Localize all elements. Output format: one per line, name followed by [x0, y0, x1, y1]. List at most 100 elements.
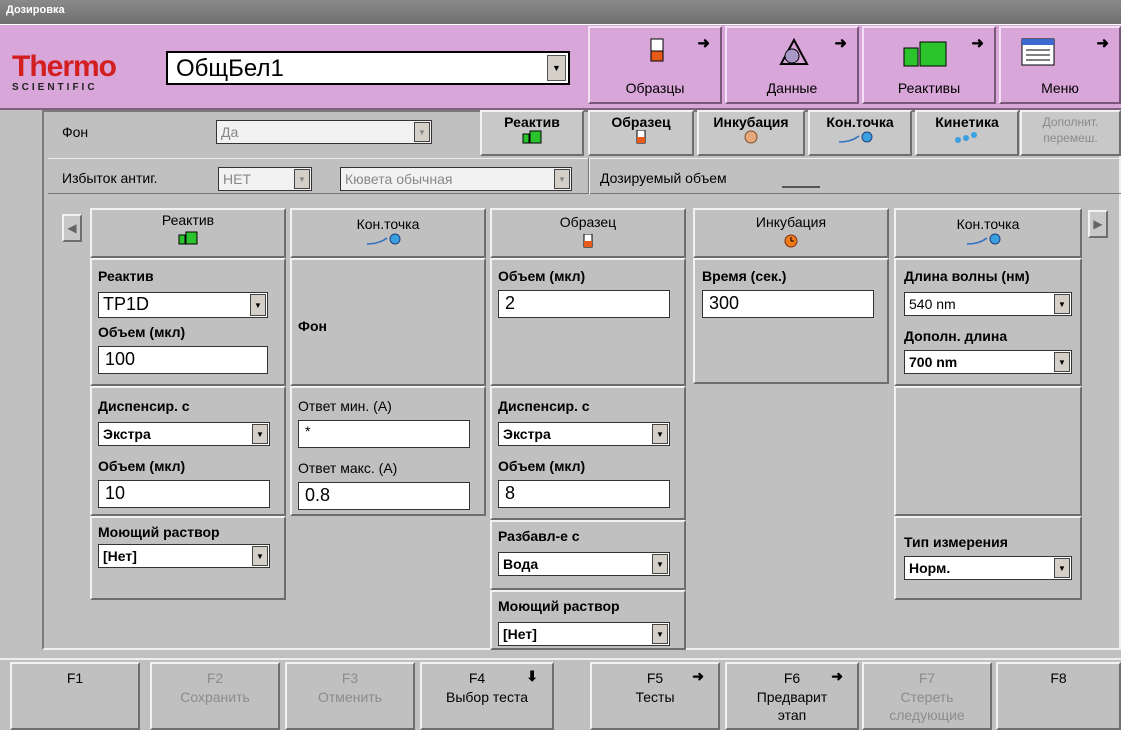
incubation-time-label: Время (сек.) — [702, 268, 787, 284]
measure-select[interactable]: Норм. ▼ — [904, 556, 1072, 580]
chevron-down-icon[interactable]: ▼ — [554, 169, 570, 189]
test-select-value: ОбщБел1 — [176, 55, 284, 82]
reagent-select[interactable]: TP1D ▼ — [98, 292, 268, 318]
reagent-volume2-label: Объем (мкл) — [98, 458, 186, 474]
data-icon — [779, 37, 809, 65]
min-response-label: Ответ мин. (А) — [298, 398, 392, 414]
chevron-down-icon[interactable]: ▼ — [652, 624, 668, 644]
measure-label: Тип измерения — [904, 534, 1008, 550]
chevron-down-icon[interactable]: ▼ — [652, 554, 668, 574]
f6-prestep-button[interactable]: F6 ➜ Предварит этап — [725, 662, 859, 730]
download-arrow-icon: ⬇ — [526, 668, 538, 684]
reagent-column-header[interactable]: Реактив — [90, 208, 286, 258]
test-select[interactable]: ОбщБел1 ▼ — [166, 51, 570, 85]
step-reagent-button[interactable]: Реактив — [480, 110, 584, 156]
sample-volume2-label: Объем (мкл) — [498, 458, 586, 474]
f3-cancel-button[interactable]: F3 Отменить — [285, 662, 415, 730]
excess-select[interactable]: НЕТ ▼ — [218, 167, 312, 191]
chevron-down-icon[interactable]: ▼ — [252, 424, 268, 444]
background-label: Фон — [62, 124, 89, 140]
reagent-dispense-select[interactable]: Экстра ▼ — [98, 422, 270, 446]
endpoint-icon — [366, 233, 401, 245]
tube-icon — [650, 38, 664, 62]
sample-volume-input[interactable]: 2 — [498, 290, 670, 318]
samples-button[interactable]: ➜ Образцы — [588, 26, 722, 104]
reagent-volume-label: Объем (мкл) — [98, 324, 186, 340]
step-extra-mix-button[interactable]: Дополнит. перемеш. — [1020, 110, 1121, 156]
endpoint-icon — [966, 233, 1001, 245]
reagent-dispense-label: Диспенсир. с — [98, 398, 190, 414]
wavelength2-select[interactable]: 700 nm ▼ — [904, 350, 1072, 374]
chevron-down-icon[interactable]: ▼ — [652, 424, 668, 444]
chevron-down-icon[interactable]: ▼ — [252, 546, 268, 566]
chevron-down-icon[interactable]: ▼ — [1054, 558, 1070, 578]
f7-clear-next-button[interactable]: F7 Стереть следующие — [862, 662, 992, 730]
endpoint1-background-text: Фон — [298, 318, 327, 334]
step-incubation-button[interactable]: Инкубация — [697, 110, 805, 156]
chevron-down-icon[interactable]: ▼ — [414, 122, 430, 142]
chevron-down-icon[interactable]: ▼ — [250, 294, 266, 316]
f2-save-button[interactable]: F2 Сохранить — [150, 662, 280, 730]
f8-button[interactable]: F8 — [996, 662, 1121, 730]
dosed-volume-label: Дозируемый объем — [600, 170, 727, 186]
sample-volume2-input[interactable]: 8 — [498, 480, 670, 508]
clock-icon — [744, 130, 758, 144]
chevron-down-icon[interactable]: ▼ — [547, 55, 566, 81]
max-response-label: Ответ макс. (А) — [298, 460, 398, 476]
chevron-down-icon[interactable]: ▼ — [294, 169, 310, 189]
excess-label: Избыток антиг. — [62, 170, 158, 186]
data-button[interactable]: ➜ Данные — [725, 26, 859, 104]
chevron-down-icon[interactable]: ▼ — [1054, 294, 1070, 314]
min-response-input[interactable]: * — [298, 420, 470, 448]
sample-dispense-label: Диспенсир. с — [498, 398, 590, 414]
window-title: Дозировка — [0, 0, 1121, 24]
menu-button[interactable]: ➜ Меню — [999, 26, 1121, 104]
reagent-icon — [903, 41, 947, 67]
menu-icon — [1021, 38, 1055, 66]
reagent-volume-input[interactable]: 100 — [98, 346, 268, 374]
endpoint2-empty-section — [894, 386, 1082, 516]
reagent-icon — [522, 130, 542, 144]
thermo-logo: Thermo SCIENTIFIC — [12, 50, 117, 94]
step-endpoint-button[interactable]: Кон.точка — [808, 110, 912, 156]
chevron-right-icon: ▶ — [1093, 217, 1103, 231]
step-kinetics-button[interactable]: Кинетика — [915, 110, 1019, 156]
sample-column-header[interactable]: Образец — [490, 208, 686, 258]
reagent-icon — [178, 231, 198, 245]
f5-tests-button[interactable]: F5 ➜ Тесты — [590, 662, 720, 730]
cuvette-select[interactable]: Кювета обычная ▼ — [340, 167, 572, 191]
tube-icon — [583, 233, 593, 248]
reagents-button[interactable]: ➜ Реактивы — [862, 26, 996, 104]
endpoint1-column-header[interactable]: Кон.точка — [290, 208, 486, 258]
reagent-wash-label: Моющий раствор — [98, 524, 220, 540]
sample-dilute-select[interactable]: Вода ▼ — [498, 552, 670, 576]
wavelength-select[interactable]: 540 nm ▼ — [904, 292, 1072, 316]
step-sample-button[interactable]: Образец — [588, 110, 694, 156]
endpoint-icon — [838, 131, 873, 143]
sample-dispense-select[interactable]: Экстра ▼ — [498, 422, 670, 446]
reagent-wash-select[interactable]: [Нет] ▼ — [98, 544, 270, 568]
endpoint2-column-header[interactable]: Кон.точка — [894, 208, 1082, 258]
incubation-time-input[interactable]: 300 — [702, 290, 874, 318]
chevron-left-icon: ◀ — [67, 221, 77, 235]
sample-wash-select[interactable]: [Нет] ▼ — [498, 622, 670, 646]
clock-icon — [784, 234, 798, 248]
wavelength-label: Длина волны (нм) — [904, 268, 1030, 284]
sample-volume-label: Объем (мкл) — [498, 268, 586, 284]
reagent-label: Реактив — [98, 268, 154, 284]
scroll-left-button[interactable]: ◀ — [62, 214, 82, 242]
tube-icon — [636, 129, 646, 144]
dosed-volume-value — [782, 186, 820, 188]
sample-wash-label: Моющий раствор — [498, 598, 620, 614]
kinetics-icon — [955, 132, 977, 143]
f1-button[interactable]: F1 — [10, 662, 140, 730]
sample-dilute-label: Разбавл-е с — [498, 528, 580, 544]
reagent-volume2-input[interactable]: 10 — [98, 480, 270, 508]
incubation-column-header[interactable]: Инкубация — [693, 208, 889, 258]
background-select[interactable]: Да ▼ — [216, 120, 432, 144]
chevron-down-icon[interactable]: ▼ — [1054, 352, 1070, 372]
scroll-right-button[interactable]: ▶ — [1088, 210, 1108, 238]
max-response-input[interactable]: 0.8 — [298, 482, 470, 510]
wavelength2-label: Дополн. длина — [904, 328, 1008, 344]
f4-select-test-button[interactable]: F4 ⬇ Выбор теста — [420, 662, 554, 730]
